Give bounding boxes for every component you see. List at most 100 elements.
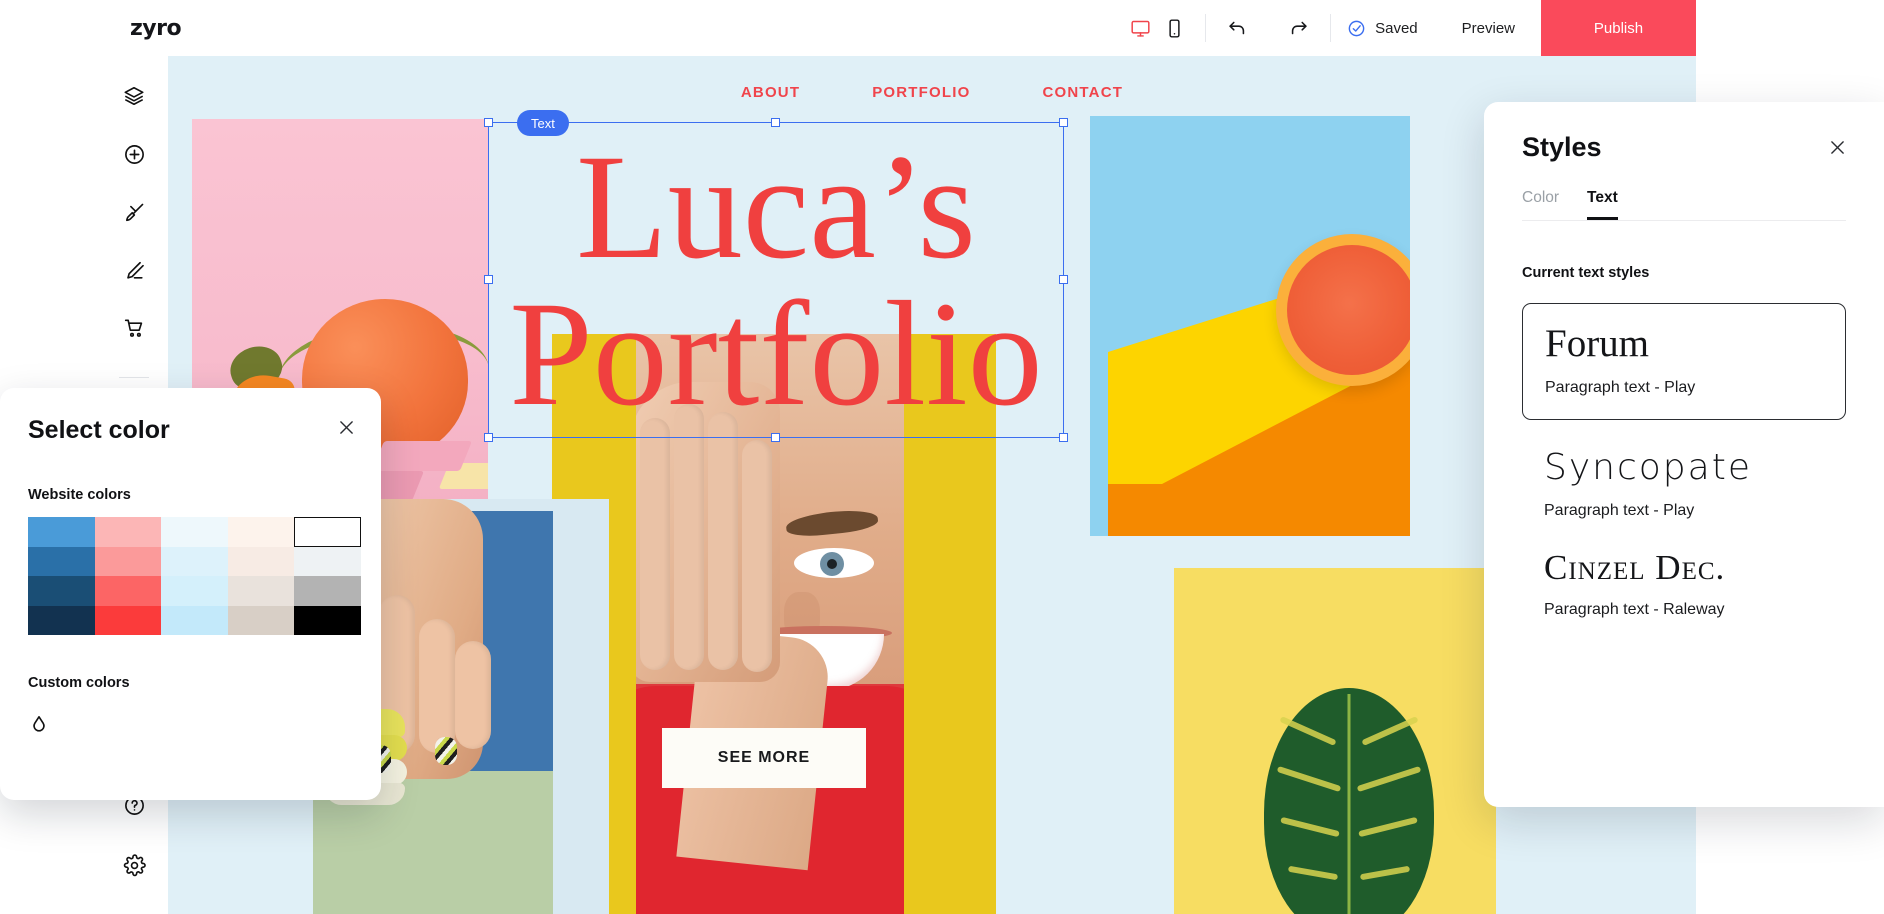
text-style-heading: Syncopate	[1544, 447, 1752, 488]
nav-link-portfolio[interactable]: PORTFOLIO	[872, 84, 970, 101]
publish-button[interactable]: Publish	[1541, 0, 1696, 56]
finger	[674, 404, 704, 670]
resize-handle-bottom-right[interactable]	[1059, 433, 1068, 442]
color-swatch[interactable]	[28, 605, 95, 635]
styles-panel-tabs: Color Text	[1522, 189, 1846, 221]
website-canvas[interactable]: ABOUT PORTFOLIO CONTACT SEE MORE Luca’s …	[168, 56, 1696, 914]
color-swatch[interactable]	[227, 605, 294, 635]
grapefruit-segment	[1352, 275, 1396, 311]
color-drop-icon[interactable]	[28, 713, 54, 739]
text-style-paragraph: Paragraph text - Raleway	[1544, 601, 1725, 618]
grapefruit-segment	[1352, 309, 1396, 345]
gear-icon[interactable]	[111, 842, 157, 888]
layers-icon[interactable]	[111, 73, 157, 119]
color-swatch[interactable]	[161, 546, 228, 576]
check-circle-icon	[1347, 19, 1366, 38]
close-icon[interactable]	[1824, 134, 1850, 160]
text-style-option-cinzel[interactable]: Cinzel Dec. Paragraph text - Raleway	[1522, 550, 1846, 619]
text-style-option-forum[interactable]: Forum Paragraph text - Play	[1522, 303, 1846, 420]
color-swatch[interactable]	[94, 605, 161, 635]
grapefruit-segment	[1352, 260, 1378, 311]
eye	[794, 548, 874, 578]
resize-handle-middle-left[interactable]	[484, 275, 493, 284]
grapefruit-segment	[1310, 275, 1354, 311]
mobile-icon[interactable]	[1157, 11, 1191, 45]
color-swatch[interactable]	[28, 576, 95, 606]
color-swatch[interactable]	[94, 546, 161, 576]
image-grapefruit[interactable]	[1090, 116, 1410, 536]
resize-handle-middle-right[interactable]	[1059, 275, 1068, 284]
color-swatch[interactable]	[227, 517, 294, 547]
website-color-swatches	[28, 517, 361, 635]
text-element-selection[interactable]: Text	[484, 110, 1068, 442]
redo-arrow-icon[interactable]	[1282, 11, 1316, 45]
color-swatch[interactable]	[294, 605, 361, 635]
paintbrush-icon[interactable]	[111, 189, 157, 235]
finger	[455, 641, 491, 749]
monitor-icon[interactable]	[1123, 11, 1157, 45]
resize-handle-top-center[interactable]	[771, 118, 780, 127]
color-swatch[interactable]	[94, 517, 161, 547]
website-colors-label: Website colors	[28, 487, 131, 503]
color-swatch[interactable]	[161, 576, 228, 606]
color-swatch[interactable]	[227, 576, 294, 606]
nav-link-about[interactable]: ABOUT	[741, 84, 800, 101]
color-swatch[interactable]	[294, 517, 361, 547]
grapefruit-segment	[1300, 297, 1354, 311]
leaf	[1264, 688, 1434, 914]
color-swatch[interactable]	[94, 576, 161, 606]
finger	[419, 619, 455, 753]
color-swatch[interactable]	[28, 546, 95, 576]
selection-type-badge[interactable]: Text	[517, 110, 569, 136]
image-monstera-leaf[interactable]	[1174, 568, 1496, 914]
device-toggle-group	[1109, 12, 1205, 44]
saved-label: Saved	[1375, 19, 1418, 37]
nav-link-contact[interactable]: CONTACT	[1043, 84, 1124, 101]
select-color-title: Select color	[28, 416, 170, 444]
grapefruit-segment	[1352, 310, 1354, 364]
zyro-website-builder: zyro Saved Preview Publish ABOUT PORTFOL…	[0, 0, 1884, 914]
color-swatch[interactable]	[294, 576, 361, 606]
toolbar-actions: Saved Preview Publish	[1109, 0, 1696, 56]
color-swatch[interactable]	[161, 517, 228, 547]
iris	[820, 552, 844, 576]
text-style-heading: Forum	[1545, 322, 1650, 365]
preview-button[interactable]: Preview	[1436, 20, 1541, 37]
grapefruit-segment	[1352, 256, 1354, 310]
tab-color[interactable]: Color	[1522, 189, 1559, 220]
zyro-logo[interactable]: zyro	[130, 16, 182, 41]
color-swatch[interactable]	[294, 546, 361, 576]
color-swatch[interactable]	[227, 546, 294, 576]
color-swatch[interactable]	[161, 605, 228, 635]
color-swatch[interactable]	[28, 517, 95, 547]
select-color-popover: Select color Website colors Custom color…	[0, 388, 381, 800]
custom-colors-label: Custom colors	[28, 675, 130, 691]
close-icon[interactable]	[333, 414, 359, 440]
grapefruit-segment	[1328, 260, 1354, 311]
styles-panel: Styles Color Text Current text styles Fo…	[1484, 102, 1884, 807]
grapefruit-segment	[1310, 309, 1354, 345]
finger	[742, 440, 772, 672]
undo-arrow-icon[interactable]	[1220, 11, 1254, 45]
pink-pad-1	[371, 441, 473, 471]
finger	[640, 418, 670, 670]
grapefruit-segment	[1352, 309, 1406, 323]
painted-nail	[435, 737, 457, 765]
grapefruit-segment	[1328, 309, 1354, 360]
resize-handle-top-left[interactable]	[484, 118, 493, 127]
top-toolbar: zyro Saved Preview Publish	[100, 0, 1696, 56]
pen-edit-icon[interactable]	[111, 247, 157, 293]
text-style-option-syncopate[interactable]: Syncopate Paragraph text - Play	[1522, 450, 1846, 520]
resize-handle-bottom-center[interactable]	[771, 433, 780, 442]
grapefruit-segment	[1300, 309, 1354, 323]
grapefruit-segment	[1352, 297, 1406, 311]
plus-circle-icon[interactable]	[111, 131, 157, 177]
rail-divider	[119, 377, 149, 378]
see-more-button[interactable]: SEE MORE	[662, 728, 866, 788]
resize-handle-top-right[interactable]	[1059, 118, 1068, 127]
redo-group	[1268, 12, 1330, 44]
site-navigation: ABOUT PORTFOLIO CONTACT	[168, 84, 1696, 101]
shopping-cart-icon[interactable]	[111, 305, 157, 351]
resize-handle-bottom-left[interactable]	[484, 433, 493, 442]
tab-text[interactable]: Text	[1587, 189, 1618, 220]
